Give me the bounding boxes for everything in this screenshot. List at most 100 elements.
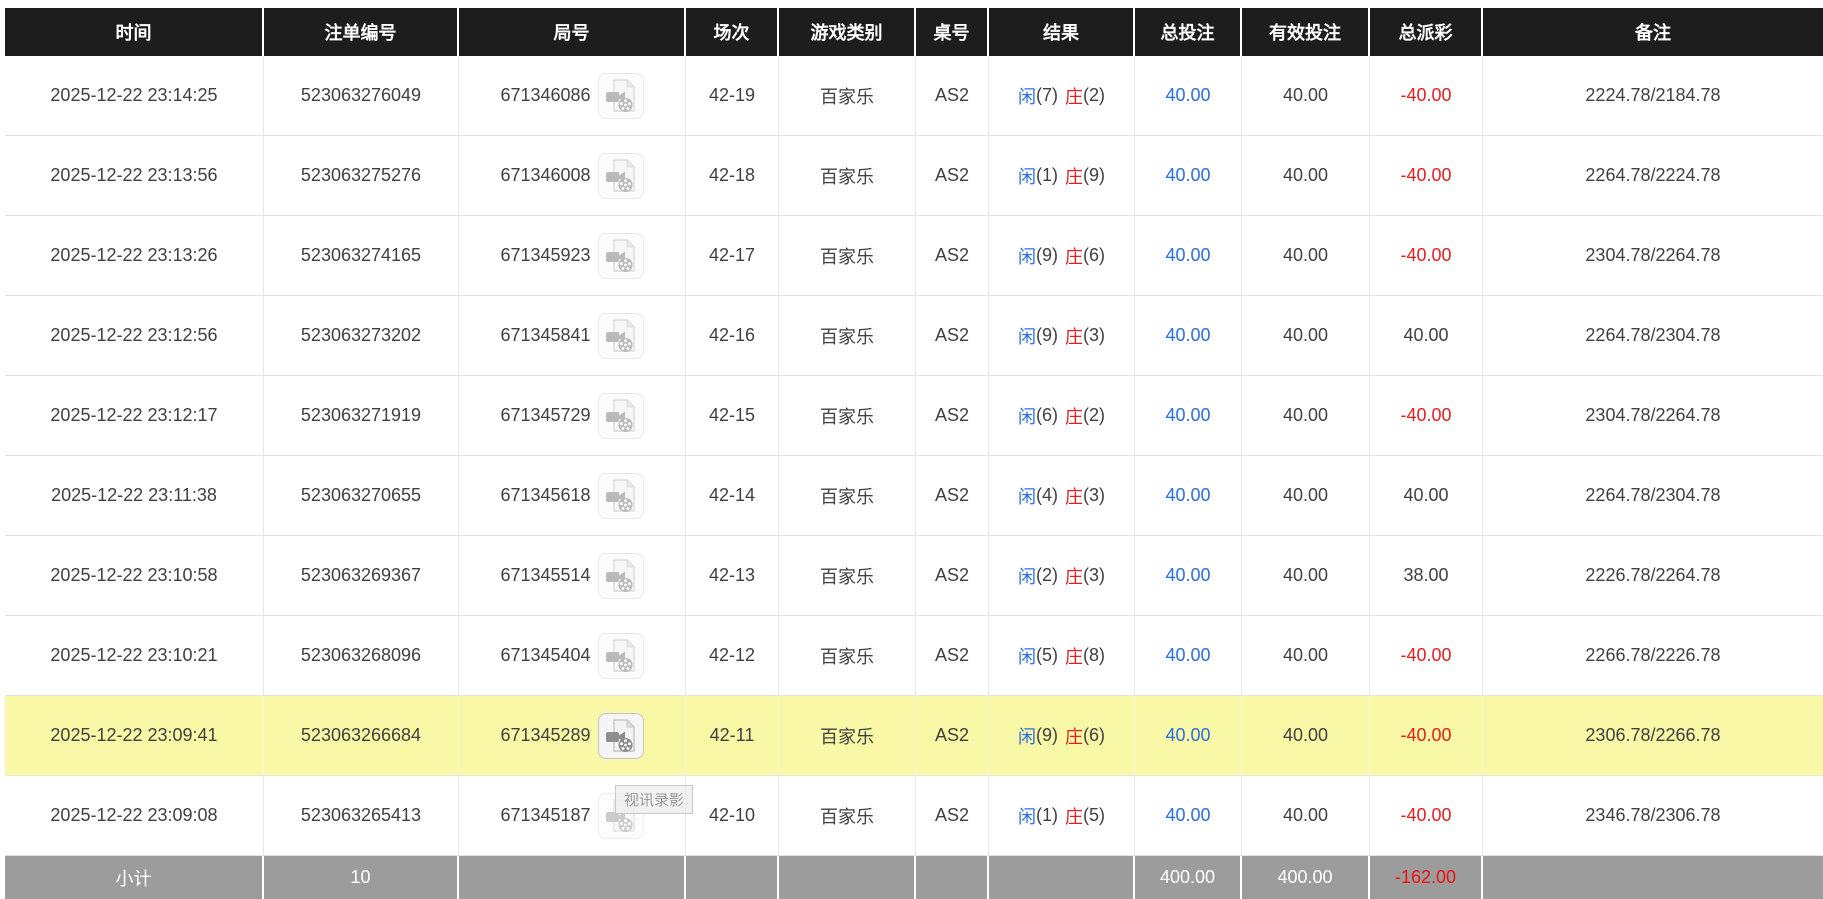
table-row[interactable]: 2025-12-22 23:09:08 523063265413 671345187…: [5, 776, 1823, 856]
video-replay-button[interactable]: [597, 472, 644, 519]
cell-bet-id: 523063269367: [264, 536, 459, 615]
result-player-label: 闲: [1018, 806, 1036, 827]
total-bet-link[interactable]: 40.00: [1165, 405, 1210, 426]
column-header-total_bet: 总投注: [1135, 8, 1242, 56]
video-record-icon: [605, 638, 635, 672]
cell-total-bet: 40.00: [1135, 216, 1242, 295]
cell-remark: 2264.78/2304.78: [1585, 325, 1721, 345]
result-banker-score: (3): [1083, 565, 1105, 585]
total-bet-link[interactable]: 40.00: [1165, 165, 1210, 186]
video-replay-button[interactable]: [597, 72, 644, 119]
cell-round-id: 671345618: [459, 456, 686, 535]
cell-result: 闲 (6) 庄 (2): [989, 376, 1135, 455]
cell-game-type: 百家乐: [779, 56, 916, 135]
result-player-score: (9): [1036, 725, 1058, 745]
cell-round-id: 671345923: [459, 216, 686, 295]
cell-result: 闲 (1) 庄 (5): [989, 776, 1135, 855]
cell-session: 42-18: [686, 136, 779, 215]
cell-payout: -40.00: [1370, 696, 1483, 775]
cell-total-bet: 40.00: [1135, 456, 1242, 535]
result-player-label: 闲: [1018, 246, 1036, 267]
result-player-label: 闲: [1018, 566, 1036, 587]
column-header-valid_bet: 有效投注: [1242, 8, 1370, 56]
cell-valid-bet: 40.00: [1242, 696, 1370, 775]
result-player-score: (9): [1036, 325, 1058, 345]
table-row[interactable]: 2025-12-22 23:10:58 523063269367 671345514…: [5, 536, 1823, 616]
table-row[interactable]: 2025-12-22 23:11:38 523063270655 671345618…: [5, 456, 1823, 536]
column-header-table_no: 桌号: [916, 8, 989, 56]
table-row[interactable]: 2025-12-22 23:12:56 523063273202 671345841…: [5, 296, 1823, 376]
footer-valid-bet: 400.00: [1242, 856, 1370, 899]
total-bet-link[interactable]: 40.00: [1165, 725, 1210, 746]
video-replay-button[interactable]: [597, 632, 644, 679]
result-player-score: (9): [1036, 245, 1058, 265]
cell-result: 闲 (7) 庄 (2): [989, 56, 1135, 135]
cell-game-type: 百家乐: [779, 536, 916, 615]
video-record-icon: [605, 318, 635, 352]
video-record-icon: [605, 238, 635, 272]
total-bet-link[interactable]: 40.00: [1165, 645, 1210, 666]
result-player-score: (1): [1036, 165, 1058, 185]
footer-empty-table-no: [916, 856, 989, 899]
video-replay-button[interactable]: [597, 392, 644, 439]
result-banker-score: (5): [1083, 805, 1105, 825]
total-bet-link[interactable]: 40.00: [1165, 85, 1210, 106]
result-player-score: (6): [1036, 405, 1058, 425]
total-bet-link[interactable]: 40.00: [1165, 565, 1210, 586]
cell-round-id: 671345514: [459, 536, 686, 615]
result-player-label: 闲: [1018, 406, 1036, 427]
cell-remark: 2264.78/2304.78: [1585, 485, 1721, 505]
total-bet-link[interactable]: 40.00: [1165, 805, 1210, 826]
video-replay-button[interactable]: [597, 552, 644, 599]
payout-value: -40.00: [1400, 245, 1452, 265]
cell-remark: 2306.78/2266.78: [1483, 696, 1823, 775]
table-row[interactable]: 2025-12-22 23:10:21 523063268096 671345404…: [5, 616, 1823, 696]
total-bet-link[interactable]: 40.00: [1165, 485, 1210, 506]
cell-payout: -40.00: [1370, 56, 1483, 135]
result-player-label: 闲: [1018, 646, 1036, 667]
video-replay-button[interactable]: [597, 152, 644, 199]
column-header-time: 时间: [5, 8, 264, 56]
table-row[interactable]: 2025-12-22 23:12:17 523063271919 671345729…: [5, 376, 1823, 456]
video-replay-button[interactable]: [597, 232, 644, 279]
cell-time: 2025-12-22 23:10:58: [5, 536, 264, 615]
result-banker-score: (3): [1083, 325, 1105, 345]
round-id-text: 671345289: [500, 725, 591, 745]
cell-payout: 38.00: [1370, 536, 1483, 615]
total-bet-link[interactable]: 40.00: [1165, 325, 1210, 346]
cell-result: 闲 (5) 庄 (8): [989, 616, 1135, 695]
cell-remark: 2304.78/2264.78: [1585, 245, 1721, 265]
result-player-score: (1): [1036, 805, 1058, 825]
video-replay-button[interactable]: [597, 712, 644, 759]
cell-time: 2025-12-22 23:14:25: [5, 56, 264, 135]
table-row[interactable]: 2025-12-22 23:13:56 523063275276 671346008…: [5, 136, 1823, 216]
total-bet-link[interactable]: 40.00: [1165, 245, 1210, 266]
result-banker-label: 庄: [1065, 406, 1083, 427]
video-record-icon: [605, 718, 635, 752]
cell-time: 2025-12-22 23:12:56: [5, 296, 264, 375]
cell-total-bet: 40.00: [1135, 616, 1242, 695]
table-row[interactable]: 2025-12-22 23:13:26 523063274165 671345923…: [5, 216, 1823, 296]
cell-table-no: AS2: [916, 296, 989, 375]
cell-valid-bet: 40.00: [1242, 216, 1370, 295]
table-row[interactable]: 2025-12-22 23:09:41 523063266684 671345289…: [5, 696, 1823, 776]
cell-game-type: 百家乐: [779, 376, 916, 455]
footer-total-payout: -162.00: [1370, 856, 1483, 899]
video-replay-button[interactable]: [597, 312, 644, 359]
column-header-payout: 总派彩: [1370, 8, 1483, 56]
result-banker-label: 庄: [1065, 326, 1083, 347]
result-banker-score: (2): [1083, 85, 1105, 105]
table-row[interactable]: 2025-12-22 23:14:25 523063276049 671346086…: [5, 56, 1823, 136]
round-id-text: 671345841: [500, 325, 591, 345]
cell-time: 2025-12-22 23:11:38: [5, 456, 264, 535]
column-header-round_id: 局号: [459, 8, 686, 56]
round-id-text: 671346008: [500, 165, 591, 185]
cell-bet-id: 523063273202: [264, 296, 459, 375]
cell-payout: -40.00: [1370, 376, 1483, 455]
cell-result: 闲 (9) 庄 (6): [989, 216, 1135, 295]
result-player-score: (4): [1036, 485, 1058, 505]
cell-total-bet: 40.00: [1135, 296, 1242, 375]
round-id-text: 671345729: [500, 405, 591, 425]
cell-valid-bet: 40.00: [1242, 376, 1370, 455]
cell-bet-id: 523063276049: [264, 56, 459, 135]
